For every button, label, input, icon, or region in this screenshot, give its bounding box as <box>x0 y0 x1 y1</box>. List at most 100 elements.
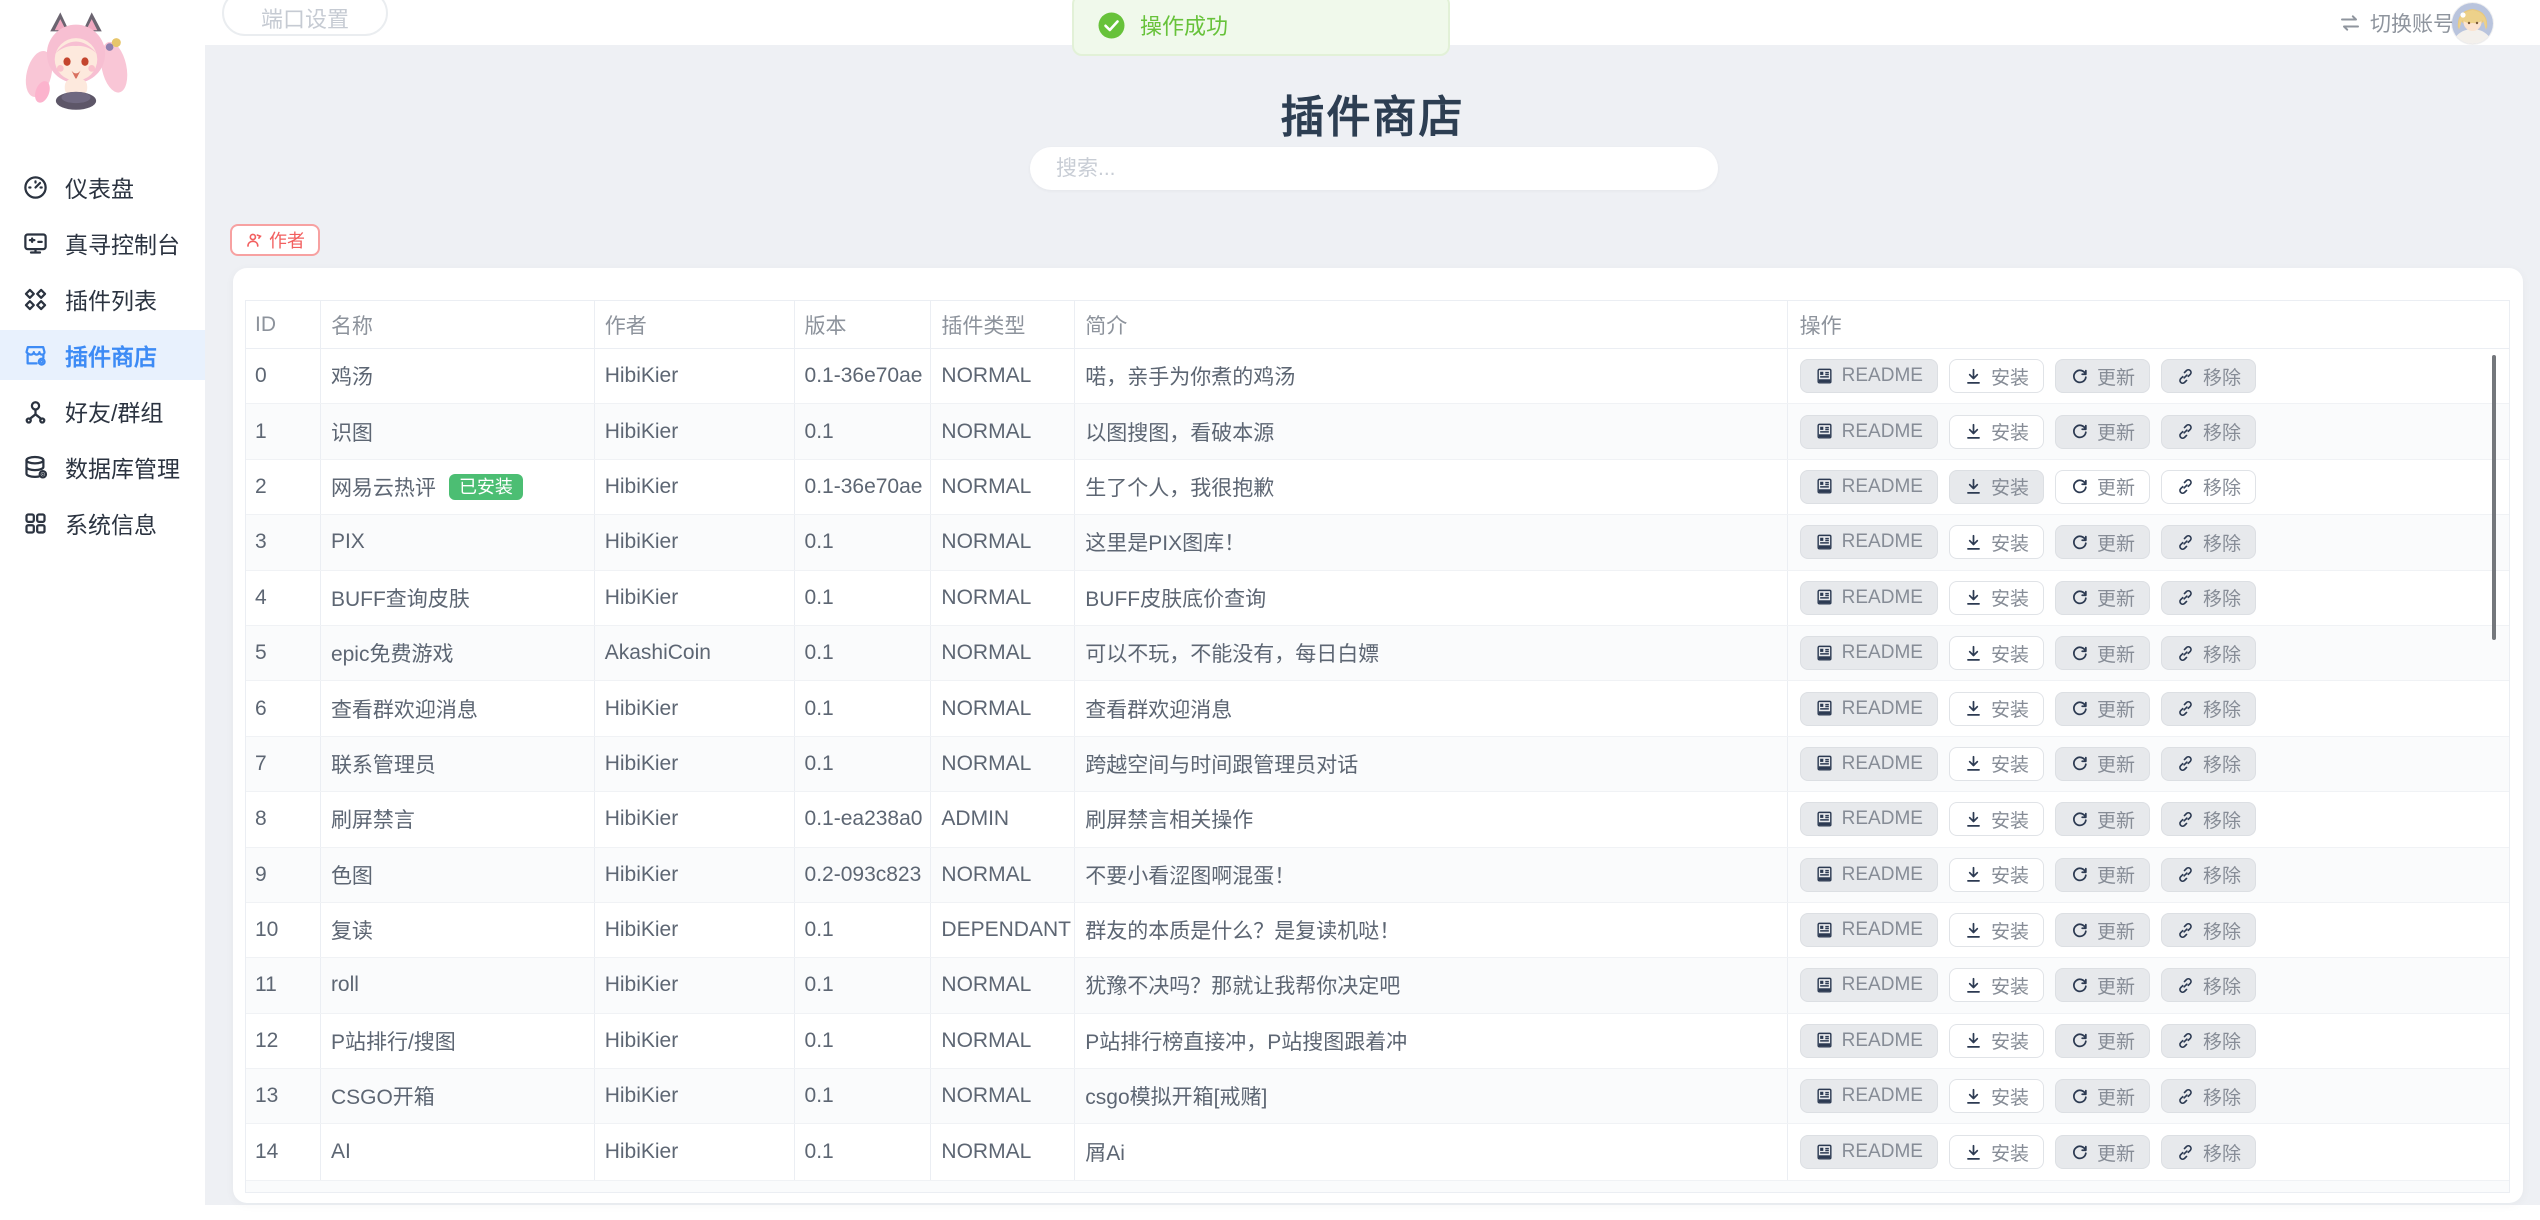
update-button[interactable]: 更新 <box>2055 470 2150 504</box>
cell-id: 4 <box>246 571 321 625</box>
remove-button[interactable]: 移除 <box>2161 692 2256 726</box>
update-button[interactable]: 更新 <box>2055 636 2150 670</box>
install-button[interactable]: 安装 <box>1949 692 2044 726</box>
cell-id: 14 <box>246 1124 321 1179</box>
sidebar-item-system-info[interactable]: 系统信息 <box>0 498 205 548</box>
install-button[interactable]: 安装 <box>1949 415 2044 449</box>
sidebar-item-console[interactable]: 真寻控制台 <box>0 218 205 268</box>
cell-author: HibiKier <box>595 1014 795 1068</box>
install-button[interactable]: 安装 <box>1949 747 2044 781</box>
readme-button[interactable]: README <box>1800 692 1938 726</box>
remove-label: 移除 <box>2203 1027 2241 1054</box>
update-button[interactable]: 更新 <box>2055 692 2150 726</box>
cell-name: P站排行/搜图 <box>321 1014 595 1068</box>
avatar-image <box>2452 3 2493 44</box>
readme-icon <box>1815 1143 1834 1162</box>
toast-message: 操作成功 <box>1140 9 1228 41</box>
install-button[interactable]: 安装 <box>1949 470 2044 504</box>
refresh-icon <box>2070 367 2089 386</box>
readme-button[interactable]: README <box>1800 636 1938 670</box>
remove-button[interactable]: 移除 <box>2161 968 2256 1002</box>
readme-label: README <box>1842 974 1923 996</box>
refresh-icon <box>2070 921 2089 940</box>
sidebar-item-plugin-store[interactable]: 插件商店 <box>0 330 205 380</box>
readme-button[interactable]: README <box>1800 415 1938 449</box>
switch-account[interactable]: 切换账号 <box>2338 8 2454 38</box>
update-button[interactable]: 更新 <box>2055 1135 2150 1169</box>
install-button[interactable]: 安装 <box>1949 636 2044 670</box>
update-button[interactable]: 更新 <box>2055 968 2150 1002</box>
sidebar-item-database[interactable]: 数据库管理 <box>0 442 205 492</box>
remove-button[interactable]: 移除 <box>2161 1135 2256 1169</box>
install-button[interactable]: 安装 <box>1949 913 2044 947</box>
sidebar-item-plugin-list[interactable]: 插件列表 <box>0 274 205 324</box>
update-button[interactable]: 更新 <box>2055 858 2150 892</box>
readme-button[interactable]: README <box>1800 359 1938 393</box>
remove-button[interactable]: 移除 <box>2161 470 2256 504</box>
install-button[interactable]: 安装 <box>1949 581 2044 615</box>
readme-button[interactable]: README <box>1800 913 1938 947</box>
row-actions: README 安装 更新 移除 <box>1800 968 2256 1002</box>
update-button[interactable]: 更新 <box>2055 913 2150 947</box>
cell-name: 刷屏禁言 <box>321 792 595 846</box>
update-button[interactable]: 更新 <box>2055 1079 2150 1113</box>
install-button[interactable]: 安装 <box>1949 525 2044 559</box>
port-settings-button[interactable]: 端口设置 <box>222 0 388 36</box>
sidebar-item-friends-groups[interactable]: 好友/群组 <box>0 386 205 436</box>
table-scrollbar-thumb[interactable] <box>2492 355 2496 640</box>
install-button[interactable]: 安装 <box>1949 359 2044 393</box>
remove-button[interactable]: 移除 <box>2161 1079 2256 1113</box>
update-button[interactable]: 更新 <box>2055 747 2150 781</box>
remove-button[interactable]: 移除 <box>2161 802 2256 836</box>
remove-button[interactable]: 移除 <box>2161 747 2256 781</box>
user-avatar[interactable] <box>2452 3 2493 44</box>
grid-icon <box>22 510 49 537</box>
readme-button[interactable]: README <box>1800 747 1938 781</box>
remove-label: 移除 <box>2203 584 2241 611</box>
mascot-logo <box>20 6 132 124</box>
remove-button[interactable]: 移除 <box>2161 525 2256 559</box>
install-button[interactable]: 安装 <box>1949 968 2044 1002</box>
plugin-name: 联系管理员 <box>331 749 436 779</box>
readme-button[interactable]: README <box>1800 1024 1938 1058</box>
remove-button[interactable]: 移除 <box>2161 359 2256 393</box>
install-button[interactable]: 安装 <box>1949 802 2044 836</box>
remove-button[interactable]: 移除 <box>2161 858 2256 892</box>
remove-button[interactable]: 移除 <box>2161 415 2256 449</box>
cell-version: 0.1 <box>795 958 932 1012</box>
friends-icon <box>22 398 49 425</box>
readme-button[interactable]: README <box>1800 581 1938 615</box>
col-header-type: 插件类型 <box>931 301 1075 348</box>
readme-button[interactable]: README <box>1800 1079 1938 1113</box>
readme-button[interactable]: README <box>1800 470 1938 504</box>
readme-button[interactable]: README <box>1800 858 1938 892</box>
remove-button[interactable]: 移除 <box>2161 1024 2256 1058</box>
install-button[interactable]: 安装 <box>1949 1024 2044 1058</box>
remove-button[interactable]: 移除 <box>2161 581 2256 615</box>
update-label: 更新 <box>2097 917 2135 944</box>
remove-button[interactable]: 移除 <box>2161 636 2256 670</box>
readme-icon <box>1815 588 1834 607</box>
readme-button[interactable]: README <box>1800 968 1938 1002</box>
remove-button[interactable]: 移除 <box>2161 913 2256 947</box>
sidebar-item-label: 好友/群组 <box>65 394 163 428</box>
update-label: 更新 <box>2097 695 2135 722</box>
readme-button[interactable]: README <box>1800 802 1938 836</box>
update-button[interactable]: 更新 <box>2055 802 2150 836</box>
update-button[interactable]: 更新 <box>2055 1024 2150 1058</box>
update-label: 更新 <box>2097 529 2135 556</box>
update-button[interactable]: 更新 <box>2055 581 2150 615</box>
sidebar-item-dashboard[interactable]: 仪表盘 <box>0 162 205 212</box>
install-button[interactable]: 安装 <box>1949 1135 2044 1169</box>
install-button[interactable]: 安装 <box>1949 858 2044 892</box>
readme-button[interactable]: README <box>1800 1135 1938 1169</box>
cell-author: HibiKier <box>595 349 795 403</box>
update-button[interactable]: 更新 <box>2055 359 2150 393</box>
update-button[interactable]: 更新 <box>2055 415 2150 449</box>
readme-button[interactable]: README <box>1800 525 1938 559</box>
install-button[interactable]: 安装 <box>1949 1079 2044 1113</box>
readme-icon <box>1815 1031 1834 1050</box>
author-filter-button[interactable]: 作者 <box>230 224 320 256</box>
update-button[interactable]: 更新 <box>2055 525 2150 559</box>
search-input[interactable] <box>1030 147 1718 190</box>
